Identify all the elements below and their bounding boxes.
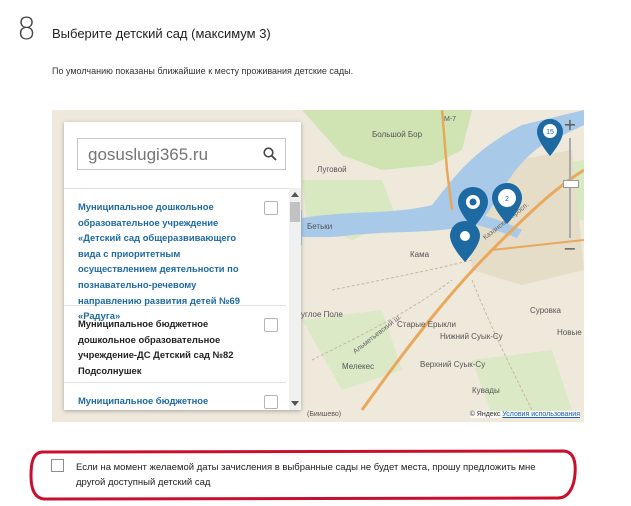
map-label: Большой Бор	[372, 130, 423, 139]
scroll-down-arrow-icon[interactable]	[291, 401, 299, 406]
map-label: Старые Ерыкли	[397, 320, 456, 329]
map-label: (Биишево)	[307, 411, 342, 418]
alternative-checkbox[interactable]	[51, 459, 64, 472]
search-input[interactable]	[86, 142, 260, 168]
map-copyright: © Яндекс Условия использования	[469, 411, 580, 418]
step-subtitle: По умолчанию показаны ближайшие к месту …	[52, 66, 354, 76]
search-box[interactable]	[77, 138, 286, 170]
kindergarten-name: Муниципальное бюджетное	[78, 395, 209, 406]
map-label: Суровка	[530, 306, 561, 315]
kindergarten-marker[interactable]: 2	[490, 182, 524, 226]
list-item[interactable]: Муниципальное дошкольное образовательное…	[64, 189, 286, 321]
map-label: Кувады	[472, 386, 500, 395]
map-label: Кама	[410, 250, 430, 259]
list-item[interactable]: Муниципальное бюджетное	[64, 383, 286, 410]
map-label: Луговой	[317, 165, 347, 174]
kindergarten-checkbox[interactable]	[264, 318, 278, 332]
map-label: Мелекес	[342, 362, 375, 371]
cluster-count: 2	[505, 196, 509, 203]
map-label: Верхний Суык-Су	[420, 360, 486, 369]
kindergarten-checkbox[interactable]	[264, 395, 278, 409]
scroll-thumb[interactable]	[290, 202, 300, 222]
step-title: Выберите детский сад (максимум 3)	[52, 26, 271, 41]
zoom-slider-handle[interactable]	[563, 180, 579, 188]
search-icon[interactable]	[263, 147, 277, 161]
zoom-control[interactable]: + −	[560, 116, 580, 276]
kindergarten-list-panel: Муниципальное дошкольное образовательное…	[64, 122, 301, 410]
list-scrollbar[interactable]	[289, 188, 301, 410]
kindergarten-name: Муниципальное бюджетное дошкольное образ…	[78, 318, 234, 376]
scroll-up-arrow-icon[interactable]	[291, 192, 299, 197]
alternative-option: Если на момент желаемой даты зачисления …	[36, 456, 576, 496]
terms-link[interactable]: Условия использования	[502, 411, 580, 418]
zoom-track[interactable]	[569, 138, 571, 238]
map-label: Бетьки	[307, 222, 333, 231]
kindergarten-marker[interactable]	[448, 220, 482, 264]
zoom-in-button[interactable]: +	[560, 116, 580, 134]
kindergarten-checkbox[interactable]	[264, 201, 278, 215]
zoom-out-button[interactable]: −	[560, 240, 580, 258]
copyright-text: © Яндекс	[469, 411, 501, 418]
step-number: 8	[17, 12, 37, 47]
map-label: М-7	[444, 116, 457, 123]
map-label: Новые	[557, 328, 582, 337]
map-label: Нижний Суык-Су	[440, 332, 503, 341]
kindergarten-list: Муниципальное дошкольное образовательное…	[64, 188, 301, 410]
kindergarten-map[interactable]: Большой Бор Луговой Бетьки Кама Круглое …	[52, 110, 584, 422]
list-item[interactable]: Муниципальное бюджетное дошкольное образ…	[64, 306, 286, 383]
marker-count: 15	[546, 129, 554, 136]
alternative-label[interactable]: Если на момент желаемой даты зачисления …	[76, 460, 566, 490]
